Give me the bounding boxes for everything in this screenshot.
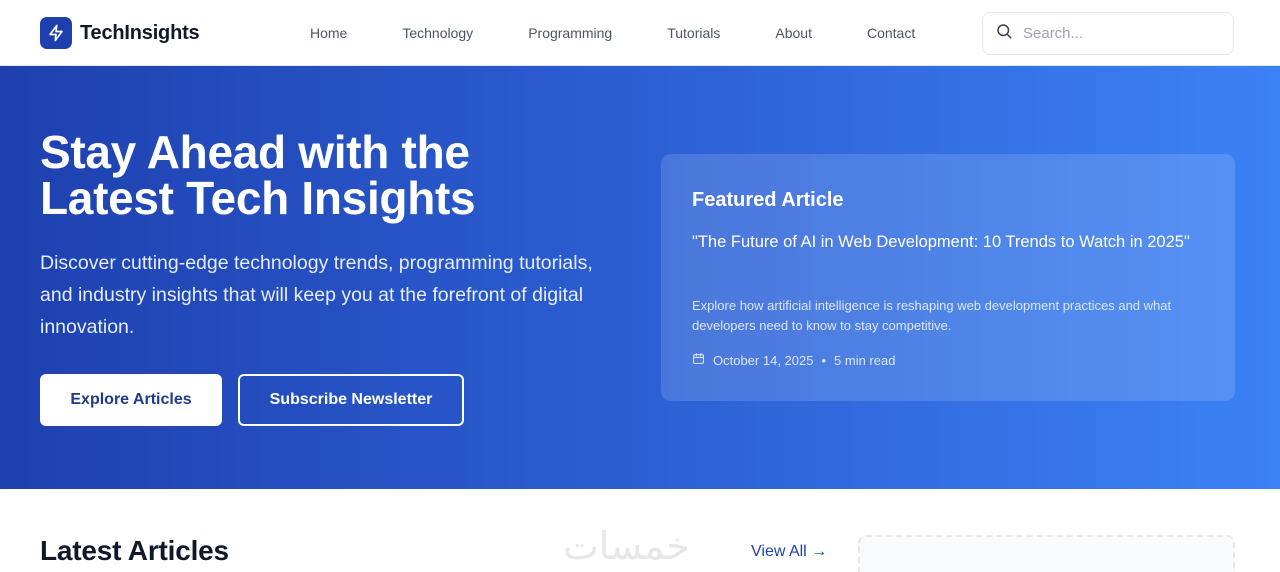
site-header: TechInsights Home Technology Programming… bbox=[0, 0, 1280, 66]
nav-item-about[interactable]: About bbox=[757, 25, 830, 41]
nav-item-tutorials[interactable]: Tutorials bbox=[649, 25, 738, 41]
main-nav: Home Technology Programming Tutorials Ab… bbox=[292, 0, 933, 66]
featured-meta: October 14, 2025 • 5 min read bbox=[692, 352, 895, 368]
view-all-link[interactable]: View All → bbox=[751, 543, 827, 561]
brand-name: TechInsights bbox=[80, 21, 200, 44]
nav-item-programming[interactable]: Programming bbox=[510, 25, 630, 41]
watermark-logo: خمسات bbox=[563, 524, 690, 568]
search-box[interactable] bbox=[982, 12, 1234, 55]
meta-separator: • bbox=[821, 352, 827, 368]
featured-article-card[interactable]: Featured Article "The Future of AI in We… bbox=[661, 154, 1235, 401]
nav-item-technology[interactable]: Technology bbox=[384, 25, 491, 41]
brand-logo[interactable]: TechInsights bbox=[40, 17, 200, 49]
latest-articles-title: Latest Articles bbox=[40, 535, 229, 566]
nav-item-contact[interactable]: Contact bbox=[849, 25, 933, 41]
search-input[interactable] bbox=[1023, 25, 1213, 42]
featured-read-time: 5 min read bbox=[834, 352, 896, 368]
explore-articles-button[interactable]: Explore Articles bbox=[40, 374, 222, 426]
subscribe-newsletter-button[interactable]: Subscribe Newsletter bbox=[238, 374, 464, 426]
featured-date: October 14, 2025 bbox=[713, 352, 814, 368]
search-icon bbox=[995, 22, 1013, 45]
featured-title[interactable]: "The Future of AI in Web Development: 10… bbox=[692, 228, 1212, 256]
hero-subtitle: Discover cutting-edge technology trends,… bbox=[40, 252, 593, 338]
calendar-icon bbox=[692, 352, 713, 368]
sidebar-widget bbox=[858, 535, 1235, 572]
hero-section: Stay Ahead with the Latest Tech Insights… bbox=[0, 66, 1280, 489]
featured-description: Explore how artificial intelligence is r… bbox=[692, 298, 1172, 333]
nav-item-home[interactable]: Home bbox=[292, 25, 365, 41]
hero-title: Stay Ahead with the Latest Tech Insights bbox=[40, 126, 476, 224]
lightning-bolt-icon bbox=[40, 17, 72, 49]
featured-heading: Featured Article bbox=[692, 189, 844, 211]
